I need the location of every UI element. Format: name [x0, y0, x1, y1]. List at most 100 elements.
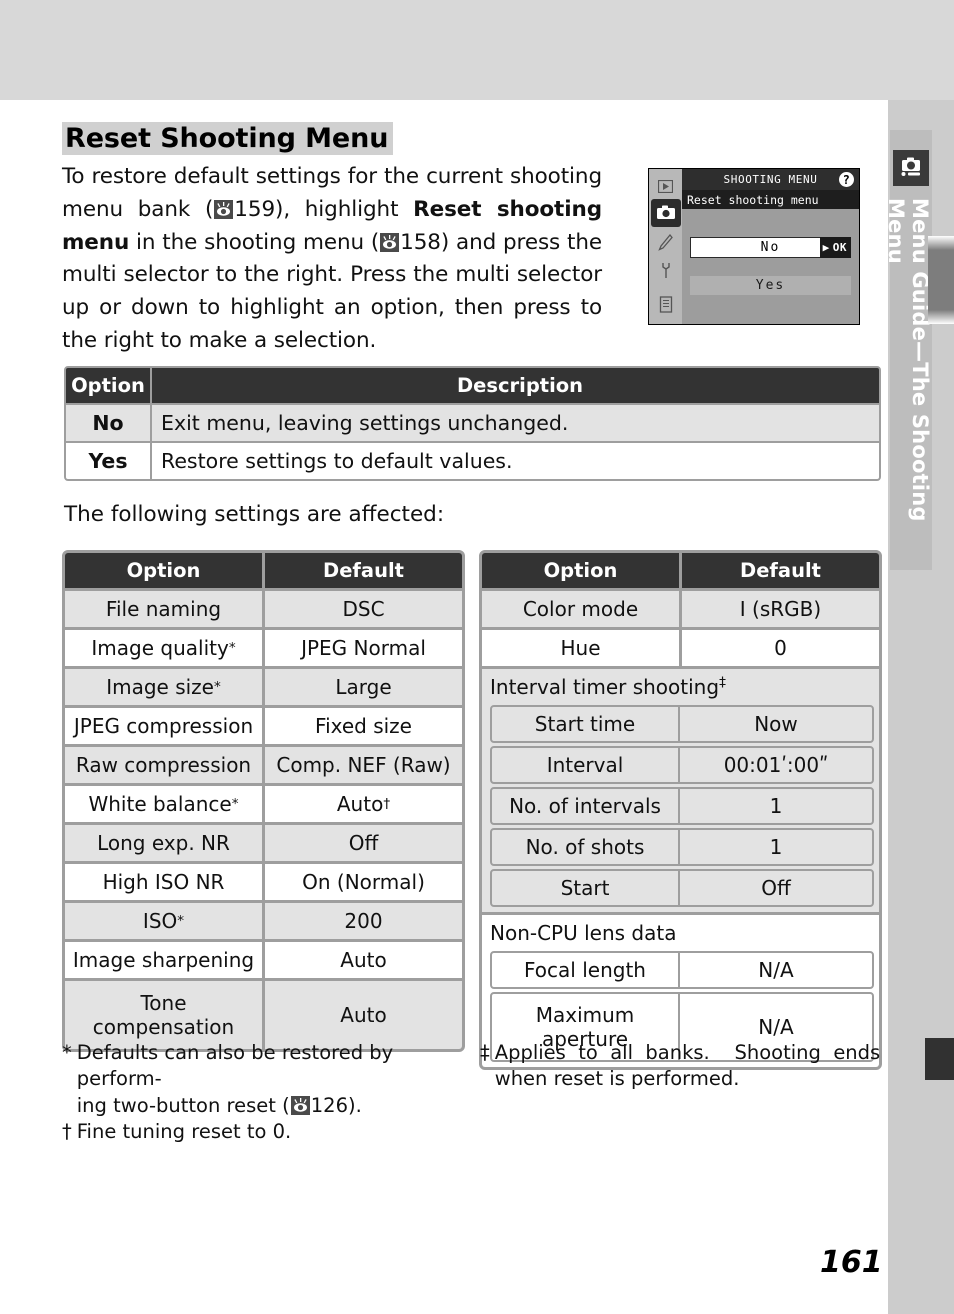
cell-option: ISO * [65, 900, 265, 939]
cell-default-label: Fixed size [315, 714, 412, 738]
cell-option: Raw compression [65, 744, 265, 783]
column-header-description: Description [456, 374, 584, 397]
table-row: No. of shots 1 [490, 828, 874, 866]
table-row: Start Off [490, 869, 874, 907]
footnote-marker: † [62, 1119, 72, 1143]
option-description-table: Option Description No Exit menu, leaving… [64, 366, 881, 481]
cell-option: Long exp. NR [65, 822, 265, 861]
cell-default: On (Normal) [265, 861, 462, 900]
cell-default: 1 [680, 830, 872, 864]
cell-default: 0 [682, 627, 879, 666]
cell-option: Image quality * [65, 627, 265, 666]
footnote-text-line2: when reset is performed. [494, 1067, 740, 1091]
table-row: High ISO NR On (Normal) [65, 861, 462, 900]
table-row: Tone compensation Auto [65, 978, 462, 1049]
table-row: Image quality * JPEG Normal [65, 627, 462, 666]
settings-group-interval-timer: Interval timer shooting‡ Start time Now … [482, 666, 879, 912]
cell-option: Image size * [65, 666, 265, 705]
lcd-option-yes[interactable]: Yes [690, 276, 851, 295]
page-number: 161 [820, 1245, 883, 1280]
lcd-option-no[interactable]: No ▶ OK [690, 237, 851, 258]
settings-group-title-label: Non-CPU lens data [490, 921, 677, 945]
wrench-icon [655, 261, 676, 280]
footnote-marker: * [62, 1041, 72, 1064]
cell-option-label: File naming [105, 597, 222, 621]
reference-eye-icon [380, 232, 400, 252]
cell-option-label: JPEG compression [73, 714, 254, 738]
cell-description: Restore settings to default values. [152, 441, 879, 479]
cell-default: 200 [265, 900, 462, 939]
affected-settings-caption: The following settings are affected: [64, 502, 445, 527]
lcd-ok-badge: ▶ OK [819, 237, 851, 258]
cell-option: No [66, 403, 152, 441]
settings-tables: Option Default File naming DSC Image qua… [62, 550, 882, 1070]
cell-default-label: Off [348, 831, 379, 855]
cell-option: Hue [482, 627, 682, 666]
column-header-option: Option [66, 368, 152, 403]
column-header-default: Default [323, 559, 404, 582]
cell-default: I (sRGB) [682, 588, 879, 627]
table-row: Color mode I (sRGB) [482, 588, 879, 627]
footnote-text-line2-post: ). [347, 1093, 362, 1117]
help-icon: ? [839, 172, 854, 187]
cell-option: No. of shots [492, 830, 680, 864]
footnote-item: † Fine tuning reset to 0. [62, 1119, 466, 1145]
cell-default: Auto [265, 978, 462, 1049]
table-row: No Exit menu, leaving settings unchanged… [66, 403, 879, 441]
cell-option-label: Long exp. NR [97, 831, 230, 855]
cell-default-label: JPEG Normal [301, 636, 426, 660]
table-row: Yes Restore settings to default values. [66, 441, 879, 479]
cell-option-label: Image sharpening [72, 948, 255, 972]
lcd-ok-label: OK [832, 241, 847, 254]
cell-option: Focal length [492, 953, 680, 987]
pencil-icon [655, 233, 676, 252]
footnote-item: * Defaults can also be restored by perfo… [62, 1040, 466, 1119]
reference-eye-icon [214, 199, 234, 219]
reference-eye-icon [290, 1095, 310, 1115]
intro-paragraph: To restore default settings for the curr… [62, 161, 602, 357]
right-arrow-icon: ▶ [822, 241, 830, 254]
edge-tab-marker [928, 236, 954, 324]
cell-default: Off [680, 871, 872, 905]
cell-option-label: Raw compression [75, 753, 252, 777]
settings-group-title-label: Interval timer shooting [490, 675, 720, 699]
footnote-text: Defaults can also be restored by perform… [77, 1040, 466, 1119]
footnote-marker: ‡ [480, 1041, 490, 1064]
footnote-text-line1: Defaults can also be restored by perform… [76, 1041, 394, 1091]
intro-reference-page-1: 159 [234, 196, 276, 222]
cell-default: 00:01ʹ:00ʺ [680, 748, 872, 782]
footnote-text: Fine tuning reset to 0. [76, 1119, 292, 1143]
table-row: Image size * Large [65, 666, 462, 705]
cell-default-label: Large [335, 675, 392, 699]
table-row: File naming DSC [65, 588, 462, 627]
cell-default: Auto † [265, 783, 462, 822]
cell-default: 1 [680, 789, 872, 823]
footnotes: * Defaults can also be restored by perfo… [62, 1040, 884, 1145]
lcd-title-text: SHOOTING MENU [723, 173, 818, 186]
table-row: No. of intervals 1 [490, 787, 874, 825]
table-row: Image sharpening Auto [65, 939, 462, 978]
footnote-marker: ‡ [719, 674, 726, 691]
table-row: Raw compression Comp. NEF (Raw) [65, 744, 462, 783]
recent-settings-icon [655, 295, 676, 314]
cell-option: Color mode [482, 588, 682, 627]
footnote-reference-page: 126 [310, 1093, 348, 1117]
lcd-option-no-label: No [760, 240, 781, 255]
table-row: Interval 00:01ʹ:00ʺ [490, 746, 874, 784]
footnote-text-line1: Applies to all banks. Shooting ends [494, 1041, 881, 1064]
cell-option-label: ISO [142, 909, 178, 933]
cell-default-label: Auto [340, 1003, 387, 1027]
footnote-text-line2-pre: ing two-button reset ( [76, 1093, 290, 1117]
cell-option: Start [492, 871, 680, 905]
page-title: Reset Shooting Menu [62, 122, 394, 156]
cell-default: DSC [265, 588, 462, 627]
page-content: Reset Shooting Menu To restore default s… [62, 122, 882, 1143]
camera-icon [893, 150, 929, 186]
settings-table-left: Option Default File naming DSC Image qua… [62, 550, 465, 1052]
table-row: Focal length N/A [490, 951, 874, 989]
footnotes-left-column: * Defaults can also be restored by perfo… [62, 1040, 466, 1145]
cell-default-label: Comp. NEF (Raw) [276, 753, 451, 777]
cell-option: Yes [66, 441, 152, 479]
table-row: ISO * 200 [65, 900, 462, 939]
table-row: Hue 0 [482, 627, 879, 666]
